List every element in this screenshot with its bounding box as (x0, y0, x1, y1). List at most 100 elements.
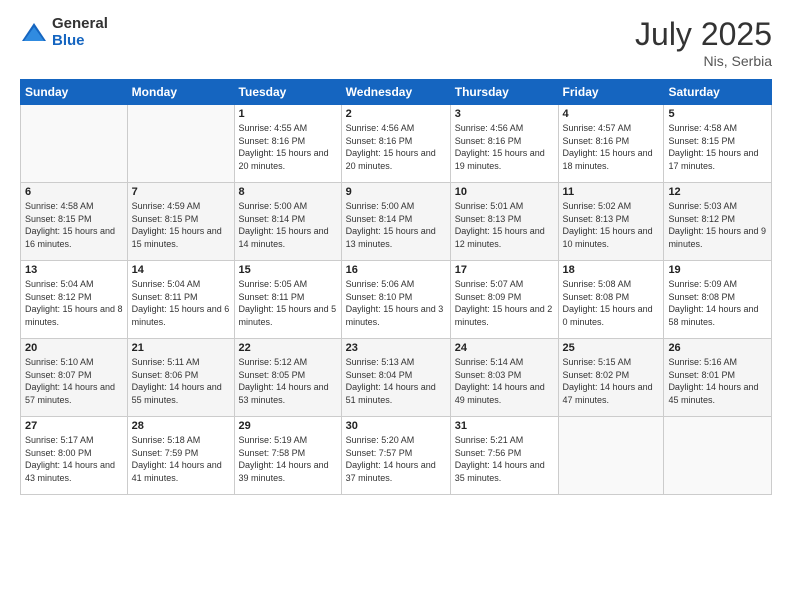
title-block: July 2025 Nis, Serbia (635, 16, 772, 69)
day-cell-0-0 (21, 105, 128, 183)
day-info: Sunrise: 5:20 AM Sunset: 7:57 PM Dayligh… (346, 434, 446, 484)
day-cell-4-6 (664, 417, 772, 495)
day-cell-1-4: 10 Sunrise: 5:01 AM Sunset: 8:13 PM Dayli… (450, 183, 558, 261)
col-wednesday: Wednesday (341, 80, 450, 105)
day-cell-0-3: 2 Sunrise: 4:56 AM Sunset: 8:16 PM Daylig… (341, 105, 450, 183)
week-row-3: 13 Sunrise: 5:04 AM Sunset: 8:12 PM Dayli… (21, 261, 772, 339)
day-number: 28 (132, 420, 230, 432)
location: Nis, Serbia (635, 53, 772, 69)
day-cell-1-5: 11Sunrise: 5:02 AM Sunset: 8:13 PM Dayli… (558, 183, 664, 261)
day-cell-2-4: 17 Sunrise: 5:07 AM Sunset: 8:09 PM Dayli… (450, 261, 558, 339)
day-info: Sunrise: 5:07 AM Sunset: 8:09 PM Dayligh… (455, 278, 554, 328)
day-number: 22 (239, 342, 337, 354)
day-info: Sunrise: 4:57 AM Sunset: 8:16 PM Dayligh… (563, 122, 660, 172)
day-info: Sunrise: 5:09 AM Sunset: 8:08 PM Dayligh… (668, 278, 767, 328)
day-info: Sunrise: 4:58 AM Sunset: 8:15 PM Dayligh… (668, 122, 767, 172)
day-info: Sunrise: 5:06 AM Sunset: 8:10 PM Dayligh… (346, 278, 446, 328)
day-number: 21 (132, 342, 230, 354)
day-info: Sunrise: 5:10 AM Sunset: 8:07 PM Dayligh… (25, 356, 123, 406)
day-cell-3-5: 25 Sunrise: 5:15 AM Sunset: 8:02 PM Dayli… (558, 339, 664, 417)
day-cell-3-2: 22Sunrise: 5:12 AM Sunset: 8:05 PM Dayli… (234, 339, 341, 417)
day-info: Sunrise: 5:14 AM Sunset: 8:03 PM Dayligh… (455, 356, 554, 406)
day-cell-0-5: 4Sunrise: 4:57 AM Sunset: 8:16 PM Daylig… (558, 105, 664, 183)
day-cell-3-0: 20Sunrise: 5:10 AM Sunset: 8:07 PM Dayli… (21, 339, 128, 417)
month-year: July 2025 (635, 16, 772, 53)
day-number: 2 (346, 108, 446, 120)
col-monday: Monday (127, 80, 234, 105)
day-cell-1-6: 12Sunrise: 5:03 AM Sunset: 8:12 PM Dayli… (664, 183, 772, 261)
day-info: Sunrise: 5:17 AM Sunset: 8:00 PM Dayligh… (25, 434, 123, 484)
day-info: Sunrise: 5:05 AM Sunset: 8:11 PM Dayligh… (239, 278, 337, 328)
day-number: 11 (563, 186, 660, 198)
week-row-5: 27 Sunrise: 5:17 AM Sunset: 8:00 PM Dayli… (21, 417, 772, 495)
day-info: Sunrise: 5:00 AM Sunset: 8:14 PM Dayligh… (239, 200, 337, 250)
week-row-4: 20Sunrise: 5:10 AM Sunset: 8:07 PM Dayli… (21, 339, 772, 417)
day-cell-2-0: 13 Sunrise: 5:04 AM Sunset: 8:12 PM Dayli… (21, 261, 128, 339)
day-info: Sunrise: 5:11 AM Sunset: 8:06 PM Dayligh… (132, 356, 230, 406)
day-number: 26 (668, 342, 767, 354)
day-number: 27 (25, 420, 123, 432)
day-number: 13 (25, 264, 123, 276)
day-cell-4-0: 27 Sunrise: 5:17 AM Sunset: 8:00 PM Dayli… (21, 417, 128, 495)
day-number: 6 (25, 186, 123, 198)
day-info: Sunrise: 5:19 AM Sunset: 7:58 PM Dayligh… (239, 434, 337, 484)
day-number: 3 (455, 108, 554, 120)
page: General Blue July 2025 Nis, Serbia Sunda… (0, 0, 792, 612)
day-info: Sunrise: 5:21 AM Sunset: 7:56 PM Dayligh… (455, 434, 554, 484)
day-cell-4-3: 30Sunrise: 5:20 AM Sunset: 7:57 PM Dayli… (341, 417, 450, 495)
day-info: Sunrise: 5:16 AM Sunset: 8:01 PM Dayligh… (668, 356, 767, 406)
day-cell-4-4: 31Sunrise: 5:21 AM Sunset: 7:56 PM Dayli… (450, 417, 558, 495)
day-cell-2-5: 18 Sunrise: 5:08 AM Sunset: 8:08 PM Dayli… (558, 261, 664, 339)
day-info: Sunrise: 5:04 AM Sunset: 8:12 PM Dayligh… (25, 278, 123, 328)
day-number: 17 (455, 264, 554, 276)
logo: General Blue (20, 16, 108, 49)
day-number: 23 (346, 342, 446, 354)
day-info: Sunrise: 4:58 AM Sunset: 8:15 PM Dayligh… (25, 200, 123, 250)
calendar: Sunday Monday Tuesday Wednesday Thursday… (20, 79, 772, 495)
day-cell-1-0: 6 Sunrise: 4:58 AM Sunset: 8:15 PM Daylig… (21, 183, 128, 261)
day-cell-3-3: 23Sunrise: 5:13 AM Sunset: 8:04 PM Dayli… (341, 339, 450, 417)
col-saturday: Saturday (664, 80, 772, 105)
day-cell-0-6: 5 Sunrise: 4:58 AM Sunset: 8:15 PM Daylig… (664, 105, 772, 183)
day-cell-3-1: 21 Sunrise: 5:11 AM Sunset: 8:06 PM Dayli… (127, 339, 234, 417)
calendar-header-row: Sunday Monday Tuesday Wednesday Thursday… (21, 80, 772, 105)
day-number: 29 (239, 420, 337, 432)
day-number: 5 (668, 108, 767, 120)
day-cell-2-2: 15Sunrise: 5:05 AM Sunset: 8:11 PM Dayli… (234, 261, 341, 339)
day-cell-2-3: 16Sunrise: 5:06 AM Sunset: 8:10 PM Dayli… (341, 261, 450, 339)
day-number: 19 (668, 264, 767, 276)
day-cell-4-5 (558, 417, 664, 495)
day-cell-3-4: 24Sunrise: 5:14 AM Sunset: 8:03 PM Dayli… (450, 339, 558, 417)
day-number: 10 (455, 186, 554, 198)
day-cell-0-4: 3Sunrise: 4:56 AM Sunset: 8:16 PM Daylig… (450, 105, 558, 183)
day-cell-2-6: 19 Sunrise: 5:09 AM Sunset: 8:08 PM Dayli… (664, 261, 772, 339)
day-cell-1-1: 7 Sunrise: 4:59 AM Sunset: 8:15 PM Daylig… (127, 183, 234, 261)
day-info: Sunrise: 4:55 AM Sunset: 8:16 PM Dayligh… (239, 122, 337, 172)
day-cell-2-1: 14Sunrise: 5:04 AM Sunset: 8:11 PM Dayli… (127, 261, 234, 339)
day-cell-3-6: 26 Sunrise: 5:16 AM Sunset: 8:01 PM Dayli… (664, 339, 772, 417)
day-info: Sunrise: 4:59 AM Sunset: 8:15 PM Dayligh… (132, 200, 230, 250)
col-thursday: Thursday (450, 80, 558, 105)
day-number: 7 (132, 186, 230, 198)
logo-icon (20, 19, 48, 47)
day-number: 25 (563, 342, 660, 354)
day-info: Sunrise: 4:56 AM Sunset: 8:16 PM Dayligh… (346, 122, 446, 172)
header: General Blue July 2025 Nis, Serbia (20, 16, 772, 69)
day-number: 1 (239, 108, 337, 120)
day-info: Sunrise: 5:08 AM Sunset: 8:08 PM Dayligh… (563, 278, 660, 328)
col-tuesday: Tuesday (234, 80, 341, 105)
day-info: Sunrise: 5:01 AM Sunset: 8:13 PM Dayligh… (455, 200, 554, 250)
day-cell-0-2: 1 Sunrise: 4:55 AM Sunset: 8:16 PM Daylig… (234, 105, 341, 183)
day-number: 9 (346, 186, 446, 198)
day-cell-0-1 (127, 105, 234, 183)
day-info: Sunrise: 5:00 AM Sunset: 8:14 PM Dayligh… (346, 200, 446, 250)
day-cell-1-3: 9 Sunrise: 5:00 AM Sunset: 8:14 PM Daylig… (341, 183, 450, 261)
logo-general: General (52, 16, 108, 33)
day-number: 12 (668, 186, 767, 198)
day-number: 18 (563, 264, 660, 276)
day-info: Sunrise: 5:04 AM Sunset: 8:11 PM Dayligh… (132, 278, 230, 328)
logo-blue: Blue (52, 33, 108, 50)
day-number: 8 (239, 186, 337, 198)
day-info: Sunrise: 5:18 AM Sunset: 7:59 PM Dayligh… (132, 434, 230, 484)
day-info: Sunrise: 5:15 AM Sunset: 8:02 PM Dayligh… (563, 356, 660, 406)
